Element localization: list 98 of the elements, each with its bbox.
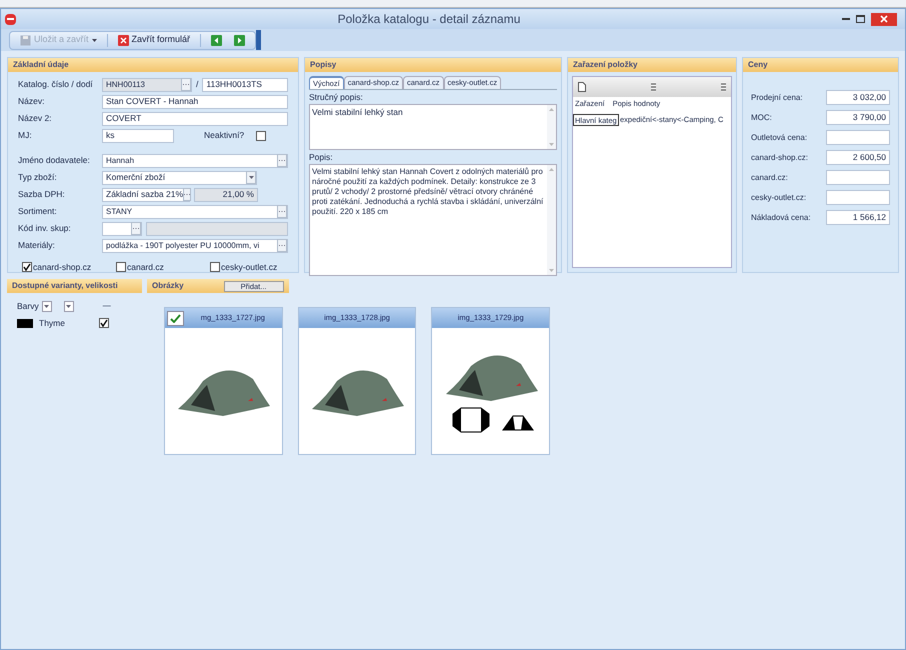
field-label: Outletová cena: bbox=[751, 132, 808, 144]
section-title: Ceny bbox=[748, 59, 768, 71]
checkbox[interactable] bbox=[256, 130, 266, 140]
app-icon bbox=[5, 14, 16, 24]
field-value: Základní sazba 21% bbox=[106, 188, 184, 201]
text-field[interactable]: Stan COVERT - Hannah bbox=[102, 94, 288, 108]
section-title: Zařazení položky bbox=[573, 59, 638, 71]
field-label: Název: bbox=[18, 95, 46, 108]
section-title: Dostupné varianty, velikosti bbox=[12, 280, 118, 292]
field-label: Typ zboží: bbox=[18, 171, 58, 184]
text-field[interactable]: 113HH0013TS bbox=[202, 78, 288, 92]
dropdown-button[interactable] bbox=[246, 171, 256, 184]
lookup-button[interactable] bbox=[183, 188, 192, 201]
arrow-left-icon bbox=[211, 34, 222, 46]
window-title: Položka katalogu - detail záznamu bbox=[336, 11, 522, 28]
checkbox[interactable] bbox=[210, 262, 220, 272]
text-field[interactable]: COVERT bbox=[102, 112, 288, 126]
caret-icon bbox=[92, 38, 97, 42]
number-field[interactable] bbox=[826, 170, 890, 185]
close-button[interactable]: Zavřít formulář bbox=[116, 32, 192, 48]
field-value: HNH00113 bbox=[106, 78, 145, 90]
number-field[interactable] bbox=[826, 130, 890, 145]
checkbox[interactable] bbox=[22, 262, 32, 272]
caret-icon bbox=[248, 176, 254, 179]
dropdown-field[interactable]: Komerční zboží bbox=[102, 170, 257, 184]
field-label: Materiály: bbox=[18, 239, 56, 252]
number-field[interactable]: 2 600,50 bbox=[826, 150, 890, 165]
field-label: MOC: bbox=[751, 112, 772, 124]
separator-text: / bbox=[196, 78, 198, 91]
floppy-icon bbox=[20, 34, 31, 46]
field-value: Komerční zboží bbox=[106, 171, 166, 184]
field-label: Kód inv. skup: bbox=[18, 222, 72, 235]
field-label: Název 2: bbox=[18, 112, 53, 125]
lookup-field[interactable] bbox=[102, 222, 142, 236]
checkbox[interactable] bbox=[116, 262, 126, 272]
lookup-button[interactable] bbox=[131, 222, 141, 235]
field-label: Neaktivní? bbox=[204, 129, 244, 142]
field-label: Katalog. číslo / dodí bbox=[18, 78, 94, 91]
field-label: Jméno dodavatele: bbox=[18, 154, 91, 167]
section-title: Základní údaje bbox=[13, 59, 69, 71]
number-field[interactable]: 3 032,00 bbox=[826, 90, 890, 105]
checkbox-label: canard.cz bbox=[127, 261, 164, 274]
close-icon bbox=[880, 15, 888, 23]
next-button[interactable] bbox=[232, 32, 248, 48]
maximize-icon[interactable] bbox=[856, 15, 865, 23]
field-label: Nákladová cena: bbox=[751, 212, 811, 224]
column-label: Barvy bbox=[17, 300, 39, 312]
arrow-right-icon bbox=[234, 34, 246, 46]
prev-button[interactable] bbox=[209, 32, 224, 48]
caret-icon bbox=[44, 304, 50, 308]
caret-icon bbox=[66, 304, 72, 308]
field-label: Popis: bbox=[309, 150, 334, 164]
number-field: 21,00 % bbox=[194, 188, 258, 202]
field-label: canard.cz: bbox=[751, 172, 788, 184]
check-icon bbox=[100, 319, 108, 327]
lookup-field[interactable]: Základní sazba 21% bbox=[102, 188, 190, 202]
section-title: Obrázky bbox=[152, 280, 184, 292]
field-label: Sazba DPH: bbox=[18, 188, 66, 201]
field-label: canard-shop.cz: bbox=[751, 152, 808, 164]
checkbox-label: canard-shop.cz bbox=[33, 261, 92, 274]
field-value: Hannah bbox=[106, 154, 134, 166]
number-field[interactable]: 1 566,12 bbox=[826, 210, 890, 225]
lookup-field[interactable]: Hannah bbox=[102, 154, 288, 168]
field-value: STANY bbox=[106, 206, 132, 218]
close-button[interactable] bbox=[871, 12, 897, 26]
text-area[interactable]: Velmi stabilní lehký stan bbox=[309, 104, 557, 150]
field-label: Stručný popis: bbox=[309, 91, 364, 104]
filter-icon[interactable] bbox=[721, 83, 726, 91]
lookup-button[interactable] bbox=[277, 239, 287, 252]
filter-icon[interactable] bbox=[651, 83, 656, 91]
checkbox[interactable] bbox=[99, 318, 109, 328]
lookup-field[interactable]: podlážka - 190T polyester PU 10000mm, vi bbox=[102, 238, 288, 252]
text-area[interactable]: Velmi stabilní lehký stan Hannah Covert z odolných materiálů pro náročné použití za každých podmínek. Detaily: konstrukce ze 3 prutů/ 2 vchody/ 2 prostorné předsíně/ větrací otvory chránéné proti zatékání. Jednoduchá a rychlá stavba i skládání, univerzální použití. 220 x 185 cm bbox=[309, 164, 557, 276]
toolbar-overflow-button[interactable] bbox=[256, 30, 262, 50]
field-value: podlážka - 190T polyester PU 10000mm, vi bbox=[106, 240, 260, 252]
lookup-field[interactable]: STANY bbox=[102, 204, 288, 218]
checkbox-label: cesky-outlet.cz bbox=[221, 261, 278, 274]
section-title: Popisy bbox=[310, 59, 336, 71]
check-icon bbox=[23, 263, 31, 272]
dropdown-button[interactable] bbox=[42, 300, 52, 312]
check-icon bbox=[170, 314, 181, 322]
number-field[interactable] bbox=[826, 190, 890, 205]
field-label: Sortiment: bbox=[18, 205, 58, 218]
checkbox[interactable] bbox=[167, 310, 184, 326]
text-field[interactable]: ks bbox=[102, 128, 174, 142]
close-icon bbox=[118, 34, 129, 46]
dropdown-button[interactable] bbox=[64, 300, 74, 312]
new-document-icon[interactable] bbox=[578, 82, 586, 92]
number-field[interactable]: 3 790,00 bbox=[826, 110, 890, 125]
dash-text: — bbox=[102, 300, 111, 312]
color-name: Thyme bbox=[39, 316, 66, 330]
field-label: cesky-outlet.cz: bbox=[751, 192, 806, 204]
lookup-field[interactable]: HNH00113 bbox=[102, 78, 192, 92]
lookup-button[interactable] bbox=[181, 78, 191, 91]
field-label: Prodejní cena: bbox=[751, 92, 803, 104]
lookup-button[interactable] bbox=[277, 154, 287, 167]
field-label: MJ: bbox=[18, 129, 33, 142]
lookup-button[interactable] bbox=[277, 205, 287, 218]
